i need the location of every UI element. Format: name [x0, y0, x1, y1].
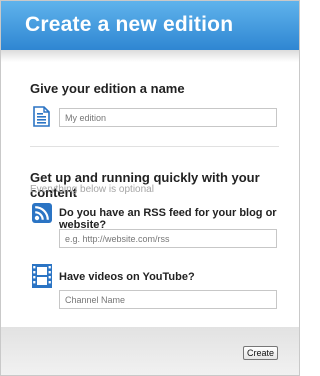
rss-question-label: Do you have an RSS feed for your blog or…: [59, 207, 277, 231]
edition-name-input[interactable]: [59, 108, 277, 127]
create-button[interactable]: Create: [242, 346, 278, 360]
name-section-title: Give your edition a name: [30, 81, 185, 96]
document-icon: [33, 106, 50, 127]
dialog-footer: Create: [1, 327, 299, 375]
film-strip-icon: [32, 264, 52, 288]
create-edition-dialog: Create a new edition Give your edition a…: [0, 0, 300, 376]
youtube-channel-input[interactable]: [59, 290, 277, 309]
header-shadow: [1, 50, 299, 62]
youtube-question-label: Have videos on YouTube?: [59, 271, 195, 283]
optional-note: Everything below is optional: [30, 184, 154, 195]
section-divider: [30, 146, 279, 147]
dialog-title: Create a new edition: [25, 13, 234, 36]
dialog-header: Create a new edition: [1, 1, 299, 50]
rss-url-input[interactable]: [59, 229, 277, 248]
rss-feed-icon: [32, 203, 52, 223]
